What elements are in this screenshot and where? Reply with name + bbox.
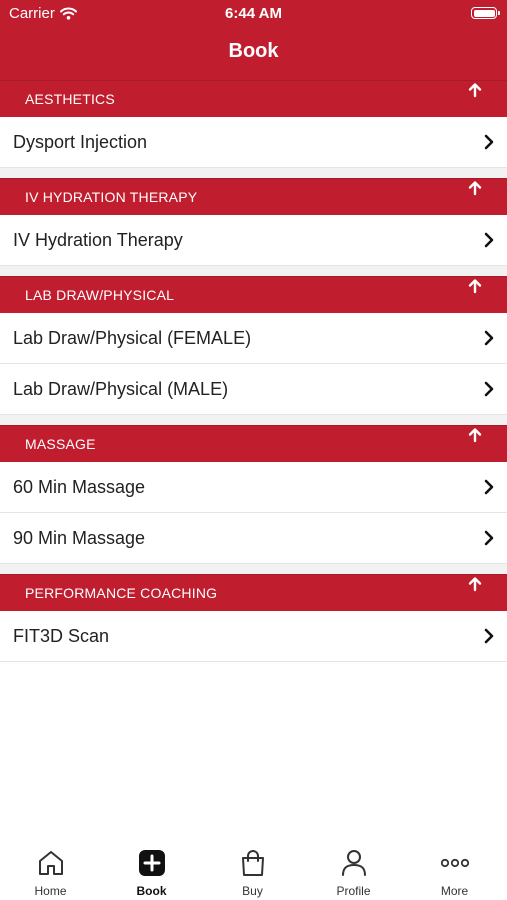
- section-title: PERFORMANCE COACHING: [25, 585, 218, 601]
- chevron-right-icon: [484, 330, 494, 346]
- tab-label: Home: [34, 884, 67, 898]
- item-label: 60 Min Massage: [13, 477, 146, 497]
- tab-label: More: [440, 884, 469, 898]
- tab-home[interactable]: Home: [0, 836, 101, 900]
- section-gap: [0, 266, 507, 276]
- section-header-aesthetics[interactable]: AESTHETICS: [0, 80, 507, 117]
- list-item[interactable]: Lab Draw/Physical (FEMALE): [0, 313, 507, 364]
- list-item[interactable]: Dysport Injection: [0, 117, 507, 168]
- top-bar: Carrier 6:44 AM Book: [0, 0, 507, 80]
- list-item[interactable]: FIT3D Scan: [0, 611, 507, 662]
- tab-buy[interactable]: Buy: [202, 836, 303, 900]
- plus-square-icon: [139, 850, 165, 876]
- booking-list: AESTHETICS Dysport Injection IV HYDRATIO…: [0, 80, 507, 662]
- tab-profile[interactable]: Profile: [303, 836, 404, 900]
- section-gap: [0, 564, 507, 574]
- collapse-arrow-icon[interactable]: [467, 82, 483, 98]
- person-icon: [342, 850, 366, 876]
- item-label: Lab Draw/Physical (MALE): [13, 379, 229, 399]
- page-title: Book: [228, 40, 279, 62]
- section-title: MASSAGE: [25, 436, 96, 452]
- status-bar: Carrier 6:44 AM: [0, 0, 507, 28]
- section-header-massage[interactable]: MASSAGE: [0, 425, 507, 462]
- section-title: LAB DRAW/PHYSICAL: [25, 287, 175, 303]
- section-header-lab-draw[interactable]: LAB DRAW/PHYSICAL: [0, 276, 507, 313]
- collapse-arrow-icon[interactable]: [467, 576, 483, 592]
- more-dots-icon: [440, 858, 470, 868]
- collapse-arrow-icon[interactable]: [467, 180, 483, 196]
- section-gap: [0, 168, 507, 178]
- section-header-performance-coaching[interactable]: PERFORMANCE COACHING: [0, 574, 507, 611]
- tab-label: Buy: [242, 884, 263, 898]
- tab-more[interactable]: More: [404, 836, 505, 900]
- tab-book[interactable]: Book: [101, 836, 202, 900]
- shopping-bag-icon: [242, 850, 264, 876]
- item-label: FIT3D Scan: [13, 626, 110, 646]
- status-time: 6:44 AM: [225, 5, 282, 22]
- item-label: Lab Draw/Physical (FEMALE): [13, 328, 252, 348]
- item-label: 90 Min Massage: [13, 528, 146, 548]
- list-item[interactable]: 90 Min Massage: [0, 513, 507, 564]
- chevron-right-icon: [484, 232, 494, 248]
- tab-bar: Home Book Buy Profile More: [0, 836, 507, 900]
- collapse-arrow-icon[interactable]: [467, 278, 483, 294]
- chevron-right-icon: [484, 134, 494, 150]
- list-item[interactable]: Lab Draw/Physical (MALE): [0, 364, 507, 415]
- list-item[interactable]: 60 Min Massage: [0, 462, 507, 513]
- collapse-arrow-icon[interactable]: [467, 427, 483, 443]
- chevron-right-icon: [484, 628, 494, 644]
- section-header-iv-hydration[interactable]: IV HYDRATION THERAPY: [0, 178, 507, 215]
- tab-label: Book: [136, 884, 167, 898]
- chevron-right-icon: [484, 381, 494, 397]
- chevron-right-icon: [484, 530, 494, 546]
- section-title: IV HYDRATION THERAPY: [25, 189, 198, 205]
- item-label: IV Hydration Therapy: [13, 230, 183, 250]
- tab-label: Profile: [336, 884, 371, 898]
- item-label: Dysport Injection: [13, 132, 148, 152]
- section-gap: [0, 415, 507, 425]
- home-icon: [39, 851, 63, 875]
- battery-icon: [471, 7, 500, 19]
- section-title: AESTHETICS: [25, 91, 115, 107]
- chevron-right-icon: [484, 479, 494, 495]
- list-item[interactable]: IV Hydration Therapy: [0, 215, 507, 266]
